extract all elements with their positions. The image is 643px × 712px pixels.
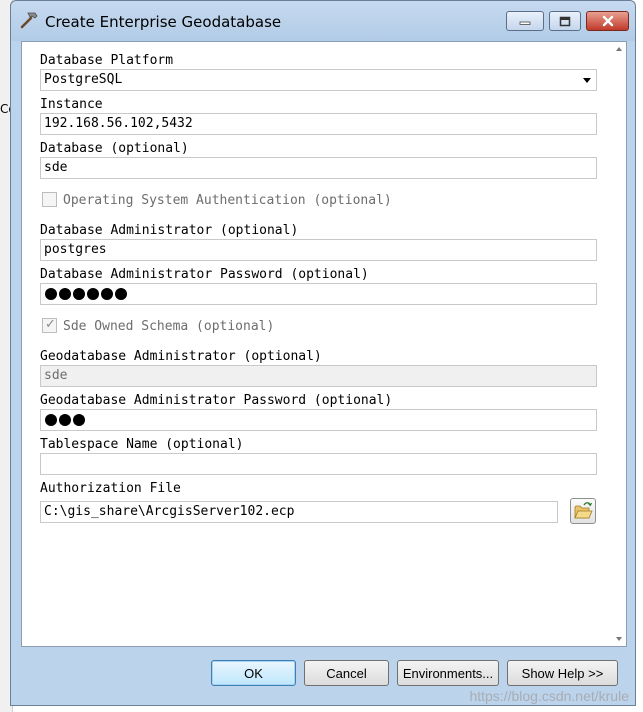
gdb-admin-label: Geodatabase Administrator (optional)	[40, 349, 322, 364]
password-dot	[59, 288, 71, 300]
auth-file-label: Authorization File	[40, 481, 181, 496]
db-admin-label: Database Administrator (optional)	[40, 223, 299, 238]
minimize-button[interactable]	[506, 11, 544, 31]
title-bar[interactable]: Create Enterprise Geodatabase	[11, 1, 635, 41]
database-input[interactable]: sde	[40, 157, 597, 179]
db-admin-password-label: Database Administrator Password (optiona…	[40, 267, 369, 282]
browse-button[interactable]	[570, 498, 596, 524]
show-help-button[interactable]: Show Help >>	[507, 660, 618, 686]
password-dot	[59, 414, 71, 426]
scroll-up-arrow-icon[interactable]	[616, 47, 622, 51]
password-dot	[73, 414, 85, 426]
password-dot	[101, 288, 113, 300]
open-folder-icon	[574, 502, 593, 519]
auth-file-input[interactable]: C:\gis_share\ArcgisServer102.ecp	[40, 501, 558, 523]
db-platform-value: PostgreSQL	[44, 72, 123, 87]
db-platform-label: Database Platform	[40, 53, 174, 68]
sde-schema-label: Sde Owned Schema (optional)	[63, 319, 275, 334]
db-admin-password-input[interactable]	[40, 283, 597, 305]
password-dot	[45, 414, 57, 426]
os-auth-checkbox[interactable]	[42, 192, 57, 207]
form-panel[interactable]: Database Platform PostgreSQL Instance 19…	[21, 41, 627, 647]
cancel-button[interactable]: Cancel	[304, 660, 389, 686]
gdb-admin-input[interactable]: sde	[40, 365, 597, 387]
maximize-icon	[559, 16, 571, 26]
dropdown-arrow-icon[interactable]	[583, 78, 591, 83]
os-auth-label: Operating System Authentication (optiona…	[63, 193, 392, 208]
checkmark-icon: ✓	[45, 317, 56, 332]
window-title: Create Enterprise Geodatabase	[45, 13, 282, 31]
sde-schema-checkbox[interactable]: ✓	[42, 317, 57, 333]
instance-input[interactable]: 192.168.56.102,5432	[40, 113, 597, 135]
gdb-admin-password-input[interactable]	[40, 409, 597, 431]
tablespace-input[interactable]	[40, 453, 597, 475]
minimize-icon	[519, 21, 531, 25]
hammer-icon	[20, 12, 38, 29]
db-platform-select[interactable]: PostgreSQL	[40, 69, 597, 91]
db-admin-input[interactable]: postgres	[40, 239, 597, 261]
dialog-window: Create Enterprise Geodatabase Database P…	[10, 0, 636, 706]
password-mask	[45, 288, 127, 300]
instance-label: Instance	[40, 97, 103, 112]
environments-button[interactable]: Environments...	[397, 660, 499, 686]
tablespace-label: Tablespace Name (optional)	[40, 437, 244, 452]
gdb-admin-password-label: Geodatabase Administrator Password (opti…	[40, 393, 393, 408]
password-dot	[87, 288, 99, 300]
ok-button[interactable]: OK	[211, 660, 296, 686]
database-label: Database (optional)	[40, 141, 189, 156]
close-button[interactable]	[586, 11, 629, 31]
close-icon	[602, 15, 613, 27]
password-dot	[115, 288, 127, 300]
password-dot	[45, 288, 57, 300]
password-mask	[45, 414, 85, 426]
watermark: https://blog.csdn.net/krule	[469, 688, 629, 704]
maximize-button[interactable]	[549, 11, 581, 31]
scroll-down-arrow-icon[interactable]	[616, 637, 622, 641]
password-dot	[73, 288, 85, 300]
